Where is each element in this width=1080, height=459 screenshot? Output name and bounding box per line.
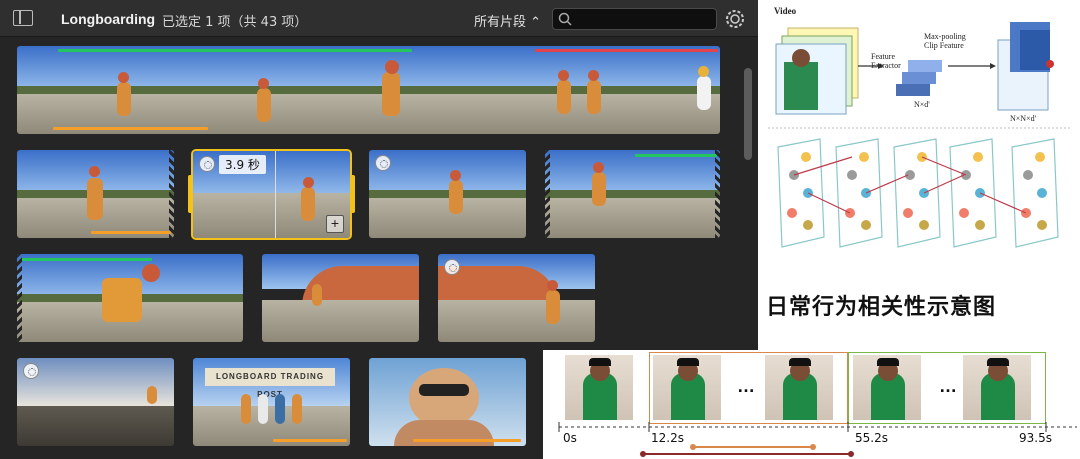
feature-extractor-label: Feature Extractor: [871, 52, 901, 70]
library-title: Longboarding: [61, 11, 156, 27]
search-input[interactable]: [552, 8, 717, 30]
time-label-1: 12.2s: [651, 431, 684, 445]
search-icon: [558, 12, 572, 26]
used-marker: [273, 439, 347, 442]
clip-thumbnail-6[interactable]: [262, 254, 419, 342]
clip-thumbnail-3[interactable]: [369, 150, 526, 238]
page-title: 日常行为相关性示意图: [766, 295, 997, 320]
clip-duration-label: 3.9 秒: [219, 155, 266, 174]
nnd-label: N×N×d': [1010, 114, 1037, 123]
sidebar-toggle-icon[interactable]: [13, 10, 33, 26]
loading-icon: [375, 155, 391, 171]
clip-filmstrip-1[interactable]: [17, 46, 720, 134]
loading-icon: [444, 259, 460, 275]
trim-handle-left[interactable]: [188, 175, 193, 213]
used-marker: [53, 127, 208, 130]
used-marker: [413, 439, 521, 442]
used-marker: [91, 231, 171, 234]
nd-label: N×d': [914, 100, 930, 109]
clip-thumbnail-9[interactable]: LONGBOARD TRADING POST: [193, 358, 350, 446]
favorite-marker: [58, 49, 412, 52]
timeline-axis-graphic: [558, 422, 1077, 457]
clip-thumbnail-10[interactable]: [369, 358, 526, 446]
clip-thumbnail-4[interactable]: [545, 150, 720, 238]
time-label-3: 93.5s: [1019, 431, 1052, 445]
clip-thumbnail-7[interactable]: [438, 254, 595, 342]
chevron-updown-icon: ⌃: [530, 15, 542, 30]
toolbar: Longboarding 已选定 1 项（共 43 项） 所有片段 ⌃: [0, 0, 758, 37]
loading-icon: [23, 363, 39, 379]
time-label-2: 55.2s: [855, 431, 888, 445]
loading-icon: [199, 156, 215, 172]
rejected-marker: [535, 49, 718, 52]
gear-icon[interactable]: [724, 8, 746, 30]
clip-thumbnail-selected[interactable]: 3.9 秒 +: [191, 149, 352, 240]
clip-thumbnail-8[interactable]: [17, 358, 174, 446]
time-label-0: 0s: [563, 431, 577, 445]
favorite-marker: [635, 154, 717, 157]
add-to-movie-button[interactable]: +: [326, 215, 344, 233]
feature-extraction-diagram: Video Feature Extractor Max-pooling Clip…: [758, 0, 1080, 135]
clip-thumbnail-2[interactable]: [17, 150, 174, 238]
billboard-text: LONGBOARD TRADING POST: [205, 368, 335, 399]
behavior-timeline: … … 0s 12.2s 55.2s 93.5s: [543, 350, 1080, 459]
graph-sequence-diagram: [758, 135, 1080, 253]
max-pooling-label: Max-pooling Clip Feature: [924, 32, 966, 50]
graph-panels-graphic: [777, 138, 1059, 248]
clip-thumbnail-5[interactable]: [17, 254, 243, 342]
selection-info: 已选定 1 项（共 43 项）: [162, 15, 308, 30]
trim-handle-right[interactable]: [350, 175, 355, 213]
scrollbar[interactable]: [744, 68, 752, 160]
skimmer-line: [275, 151, 276, 238]
clip-filter-select[interactable]: 所有片段 ⌃: [474, 11, 541, 30]
clip-filter-label: 所有片段: [474, 15, 527, 30]
favorite-marker: [20, 258, 152, 261]
